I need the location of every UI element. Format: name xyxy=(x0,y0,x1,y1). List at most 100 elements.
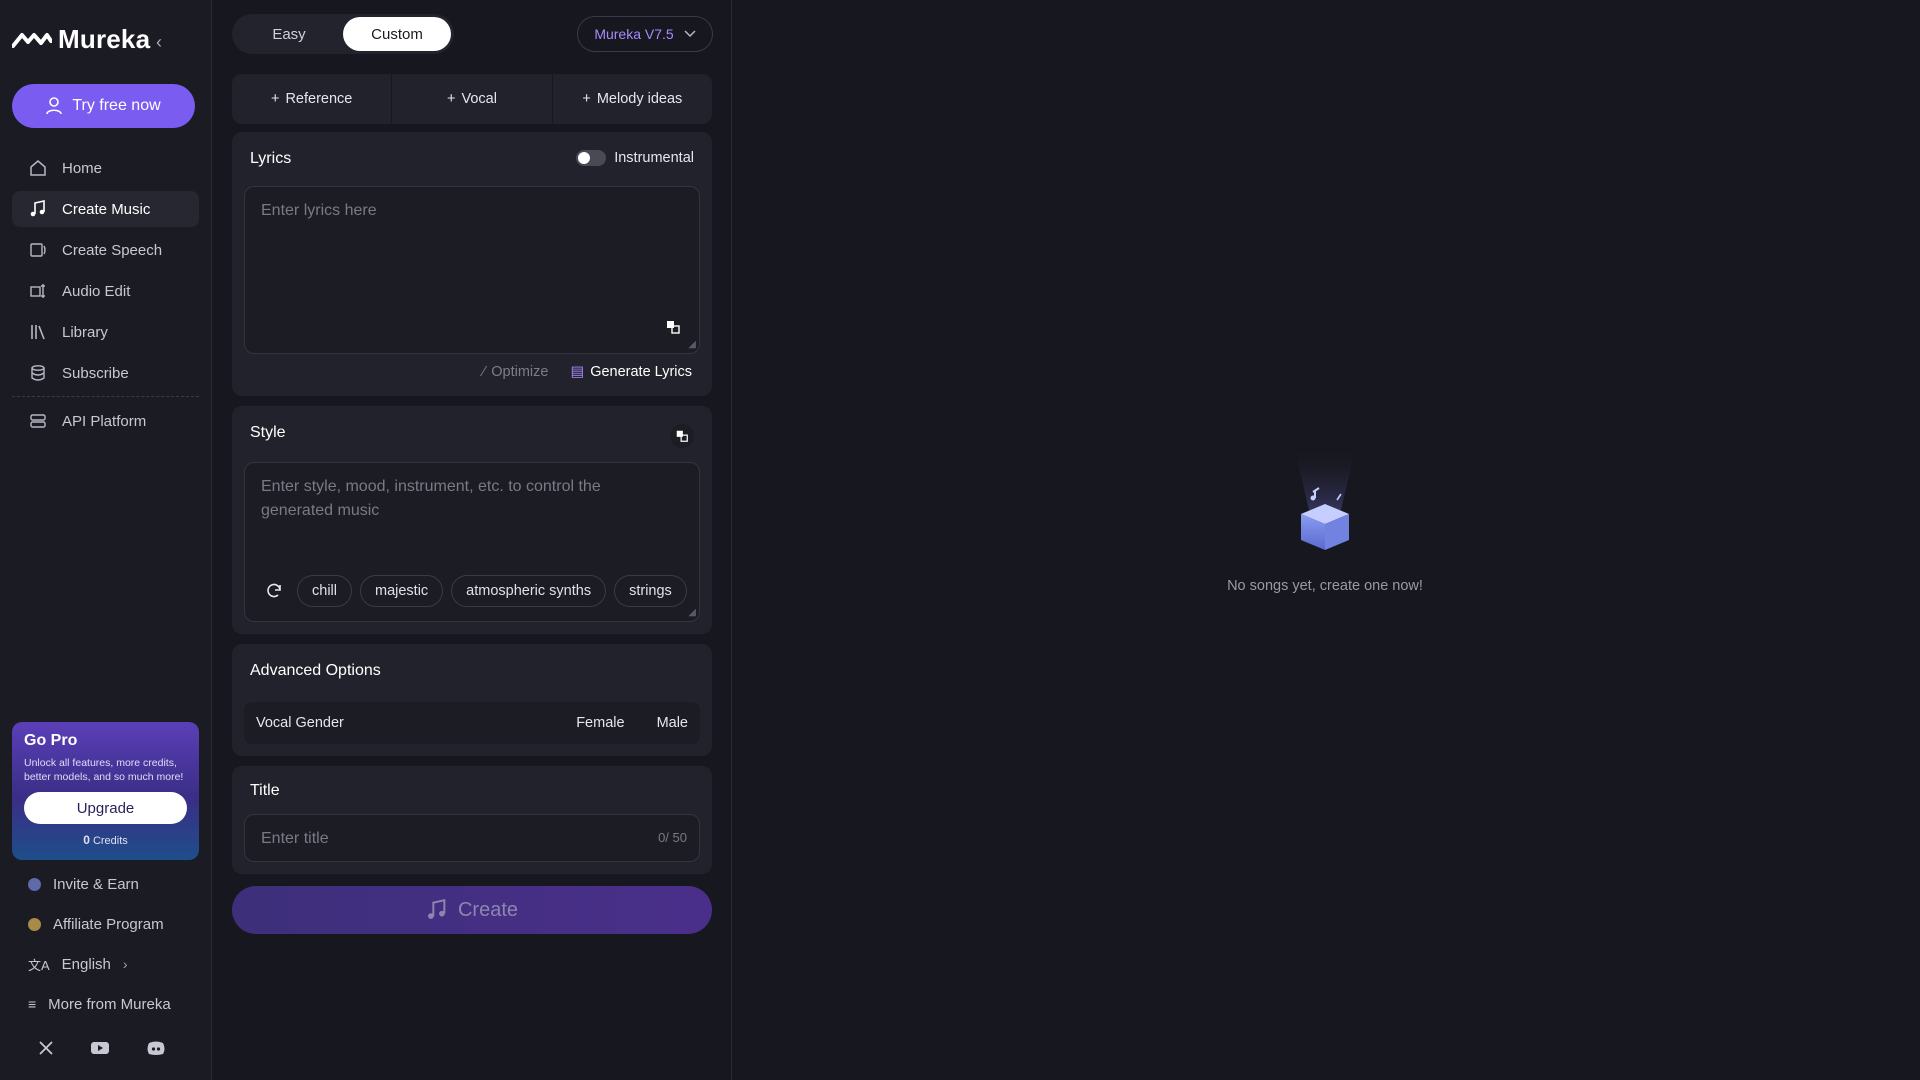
bottom-nav: Invite & Earn Affiliate Program 文A Engli… xyxy=(12,864,199,1024)
style-chip[interactable]: majestic xyxy=(359,575,444,607)
invite-earn-link[interactable]: Invite & Earn xyxy=(12,864,199,904)
nav-item-create-speech[interactable]: Create Speech xyxy=(12,232,199,268)
female-option[interactable]: Female xyxy=(576,715,624,731)
music-note-icon xyxy=(426,899,448,921)
resize-handle-icon[interactable]: ◢ xyxy=(688,607,696,618)
male-option[interactable]: Male xyxy=(657,715,688,731)
user-icon xyxy=(46,97,63,115)
discord-icon[interactable] xyxy=(146,1040,166,1056)
invite-icon xyxy=(28,877,41,891)
nav-label: Library xyxy=(62,323,108,341)
title-counter: 0/ 50 xyxy=(658,830,687,845)
affiliate-icon xyxy=(28,917,41,931)
social-links xyxy=(38,1040,166,1056)
plus-icon: + xyxy=(582,91,591,107)
empty-state-text: No songs yet, create one now! xyxy=(1227,578,1423,594)
plus-icon: + xyxy=(447,91,456,107)
sidebar: Mureka ‹ Try free now Home Create Music … xyxy=(0,0,212,1080)
generate-lyrics-button[interactable]: ▤ Generate Lyrics xyxy=(570,364,692,380)
language-selector[interactable]: 文A English › xyxy=(12,944,199,984)
menu-icon: ≡ xyxy=(28,996,37,1012)
server-icon xyxy=(28,411,48,431)
melody-ideas-button[interactable]: + Melody ideas xyxy=(553,74,712,124)
x-icon[interactable] xyxy=(38,1040,54,1056)
mureka-logo-icon xyxy=(12,32,52,48)
library-icon xyxy=(28,322,48,342)
credits-display: 0 Credits xyxy=(12,833,199,847)
nav-item-audio-edit[interactable]: Audio Edit xyxy=(12,273,199,309)
credits-unit: Credits xyxy=(92,835,128,847)
nav-item-home[interactable]: Home xyxy=(12,150,199,186)
nav-label: Home xyxy=(62,159,103,177)
style-input[interactable]: Enter style, mood, instrument, etc. to c… xyxy=(244,462,700,622)
lyrics-title: Lyrics xyxy=(250,150,292,167)
instrumental-toggle[interactable] xyxy=(576,150,607,166)
title-heading: Title xyxy=(250,782,280,799)
try-free-button[interactable]: Try free now xyxy=(12,84,195,128)
chevron-right-icon: › xyxy=(122,956,128,972)
mode-toggle: Easy Custom xyxy=(232,14,454,54)
empty-state: No songs yet, create one now! xyxy=(1222,450,1428,594)
optimize-button[interactable]: ⁄ Optimize xyxy=(483,364,549,380)
resize-handle-icon[interactable]: ◢ xyxy=(688,339,696,350)
app-name: Mureka xyxy=(58,24,151,54)
audio-edit-icon xyxy=(28,281,48,301)
home-icon xyxy=(28,158,48,178)
style-chips: chill majestic atmospheric synths string… xyxy=(259,575,687,607)
create-label: Create xyxy=(457,898,519,921)
nav-item-subscribe[interactable]: Subscribe xyxy=(12,355,199,391)
more-from-mureka-link[interactable]: ≡ More from Mureka xyxy=(12,984,199,1024)
try-free-label: Try free now xyxy=(72,97,161,114)
music-note-icon xyxy=(28,199,48,219)
collapse-sidebar-icon[interactable]: ‹ xyxy=(156,32,162,53)
style-card: Style Enter style, mood, instrument, etc… xyxy=(232,406,712,634)
upgrade-button[interactable]: Upgrade xyxy=(24,792,187,824)
nav-label: API Platform xyxy=(62,412,147,430)
style-chip[interactable]: strings xyxy=(614,575,687,607)
generate-lyrics-icon: ▤ xyxy=(570,364,585,380)
reference-button[interactable]: + Reference xyxy=(232,74,393,124)
style-translate-icon[interactable] xyxy=(670,424,694,448)
tab-label: Reference xyxy=(285,91,353,107)
instrumental-toggle-group: Instrumental xyxy=(576,150,694,166)
vocal-gender-label: Vocal Gender xyxy=(256,715,344,731)
lyrics-input[interactable]: Enter lyrics here ◢ xyxy=(244,186,700,354)
generate-lyrics-label: Generate Lyrics xyxy=(590,364,692,380)
model-select[interactable]: Mureka V7.5 xyxy=(577,16,713,52)
go-pro-title: Go Pro xyxy=(24,732,78,749)
nav-item-api-platform[interactable]: API Platform xyxy=(12,403,199,439)
nav-label: Create Music xyxy=(62,200,151,218)
nav-label: Create Speech xyxy=(62,241,163,259)
empty-box-icon xyxy=(1222,450,1428,570)
model-label: Mureka V7.5 xyxy=(594,26,674,42)
nav-item-create-music[interactable]: Create Music xyxy=(12,191,199,227)
input-tabs: + Reference + Vocal + Melody ideas xyxy=(232,74,712,124)
affiliate-program-link[interactable]: Affiliate Program xyxy=(12,904,199,944)
nav-label: Subscribe xyxy=(62,364,129,382)
create-panel: Easy Custom Mureka V7.5 + Reference + Voca… xyxy=(212,0,732,1080)
plus-icon: + xyxy=(270,91,280,107)
bottom-label: More from Mureka xyxy=(48,995,171,1013)
mode-custom-button[interactable]: Custom xyxy=(343,17,451,51)
title-card: Title Enter title 0/ 50 xyxy=(232,766,712,874)
style-chip[interactable]: chill xyxy=(297,575,352,607)
mode-easy-button[interactable]: Easy xyxy=(235,17,343,51)
translate-icon[interactable] xyxy=(665,319,681,335)
refresh-icon[interactable] xyxy=(259,582,289,600)
youtube-icon[interactable] xyxy=(90,1040,110,1056)
go-pro-card: Go Pro Unlock all features, more credits… xyxy=(12,722,199,860)
logo[interactable]: Mureka xyxy=(12,24,150,55)
advanced-options-title: Advanced Options xyxy=(250,662,381,679)
vocal-button[interactable]: + Vocal xyxy=(392,74,553,124)
create-button[interactable]: Create xyxy=(232,886,712,934)
tab-label: Melody ideas xyxy=(596,91,683,107)
optimize-label: Optimize xyxy=(491,364,549,380)
title-input[interactable]: Enter title 0/ 50 xyxy=(244,814,700,862)
bottom-label: Invite & Earn xyxy=(53,875,139,893)
title-placeholder: Enter title xyxy=(261,830,329,847)
lyrics-card: Lyrics Instrumental Enter lyrics here ◢ … xyxy=(232,132,712,396)
language-icon: 文A xyxy=(28,957,50,973)
nav-item-library[interactable]: Library xyxy=(12,314,199,350)
bottom-label: English xyxy=(61,955,111,973)
style-chip[interactable]: atmospheric synths xyxy=(451,575,607,607)
